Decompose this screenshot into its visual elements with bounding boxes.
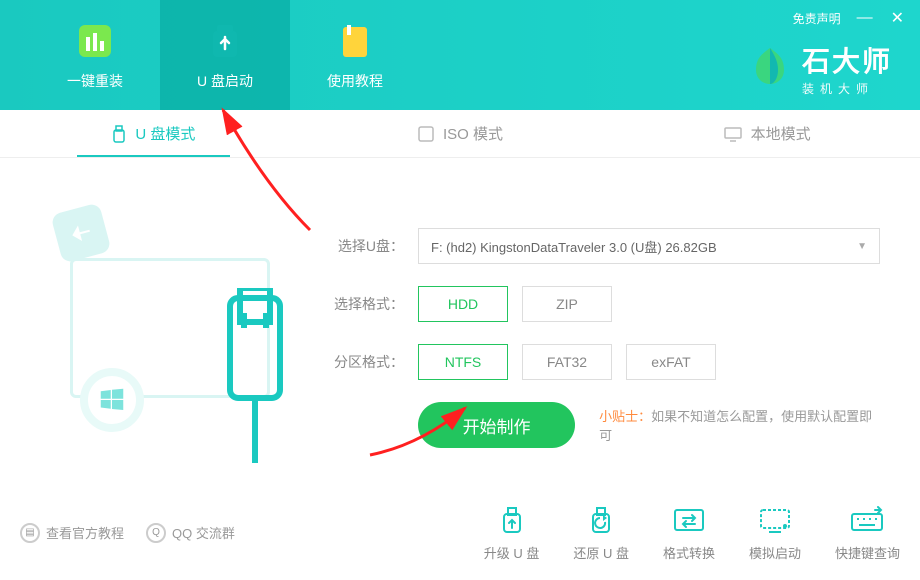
usb-icon [111, 124, 127, 144]
monitor-icon [723, 126, 743, 142]
upgrade-usb-icon [491, 503, 533, 537]
brand-subtitle: 装机大师 [802, 80, 892, 97]
tip-label: 小贴士： [599, 409, 651, 424]
restore-usb-icon [580, 503, 622, 537]
partition-option-ntfs[interactable]: NTFS [418, 344, 508, 380]
mode-tab-usb[interactable]: U 盘模式 [0, 110, 307, 157]
windows-badge-icon [80, 368, 144, 432]
simulate-boot-icon [754, 503, 796, 537]
usb-shield-icon [203, 19, 247, 63]
brand-logo-icon [748, 44, 792, 93]
nav-tab-label: U 盘启动 [197, 71, 253, 91]
usb-illustration-icon [210, 288, 300, 473]
format-label: 选择格式： [330, 294, 404, 314]
partition-option-exfat[interactable]: exFAT [626, 344, 716, 380]
tool-restore-usb[interactable]: 还原 U 盘 [573, 503, 629, 562]
tool-format-convert[interactable]: 格式转换 [663, 503, 715, 562]
minimize-button[interactable]: — [855, 9, 875, 27]
mode-tab-iso[interactable]: ISO 模式 [307, 110, 614, 157]
nav-tab-tutorial[interactable]: 使用教程 [290, 0, 420, 110]
select-disk-dropdown[interactable]: F: (hd2) KingstonDataTraveler 3.0 (U盘) 2… [418, 228, 880, 264]
disclaimer-link[interactable]: 免责声明 [793, 10, 841, 27]
format-option-zip[interactable]: ZIP [522, 286, 612, 322]
mode-tab-label: ISO 模式 [443, 123, 503, 144]
nav-tab-label: 使用教程 [327, 71, 383, 91]
bar-chart-icon [73, 19, 117, 63]
official-tutorial-link[interactable]: ▤ 查看官方教程 [20, 523, 124, 543]
tool-hotkey-query[interactable]: 快捷键查询 [835, 503, 900, 562]
select-disk-value: F: (hd2) KingstonDataTraveler 3.0 (U盘) 2… [431, 237, 717, 256]
start-create-button[interactable]: 开始制作 [418, 402, 575, 448]
partition-option-fat32[interactable]: FAT32 [522, 344, 612, 380]
nav-tab-label: 一键重装 [67, 71, 123, 91]
select-disk-label: 选择U盘： [330, 236, 404, 256]
partition-label: 分区格式： [330, 352, 404, 372]
mode-tab-local[interactable]: 本地模式 [613, 110, 920, 157]
qq-group-link[interactable]: Q QQ 交流群 [146, 523, 235, 543]
mode-tab-label: U 盘模式 [135, 123, 195, 144]
close-button[interactable]: ✕ [889, 8, 906, 28]
iso-icon [417, 125, 435, 143]
keyboard-icon [846, 503, 888, 537]
chevron-down-icon: ▼ [857, 241, 867, 252]
nav-tab-reinstall[interactable]: 一键重装 [30, 0, 160, 110]
nav-tab-usb-boot[interactable]: U 盘启动 [160, 0, 290, 110]
brand-title: 石大师 [802, 40, 892, 80]
illustration [40, 198, 300, 458]
mode-tab-label: 本地模式 [751, 123, 811, 144]
tool-simulate-boot[interactable]: 模拟启动 [749, 503, 801, 562]
tool-upgrade-usb[interactable]: 升级 U 盘 [484, 503, 540, 562]
qq-icon: Q [146, 523, 166, 543]
format-option-hdd[interactable]: HDD [418, 286, 508, 322]
book-icon [333, 19, 377, 63]
format-convert-icon [668, 503, 710, 537]
book-circle-icon: ▤ [20, 523, 40, 543]
